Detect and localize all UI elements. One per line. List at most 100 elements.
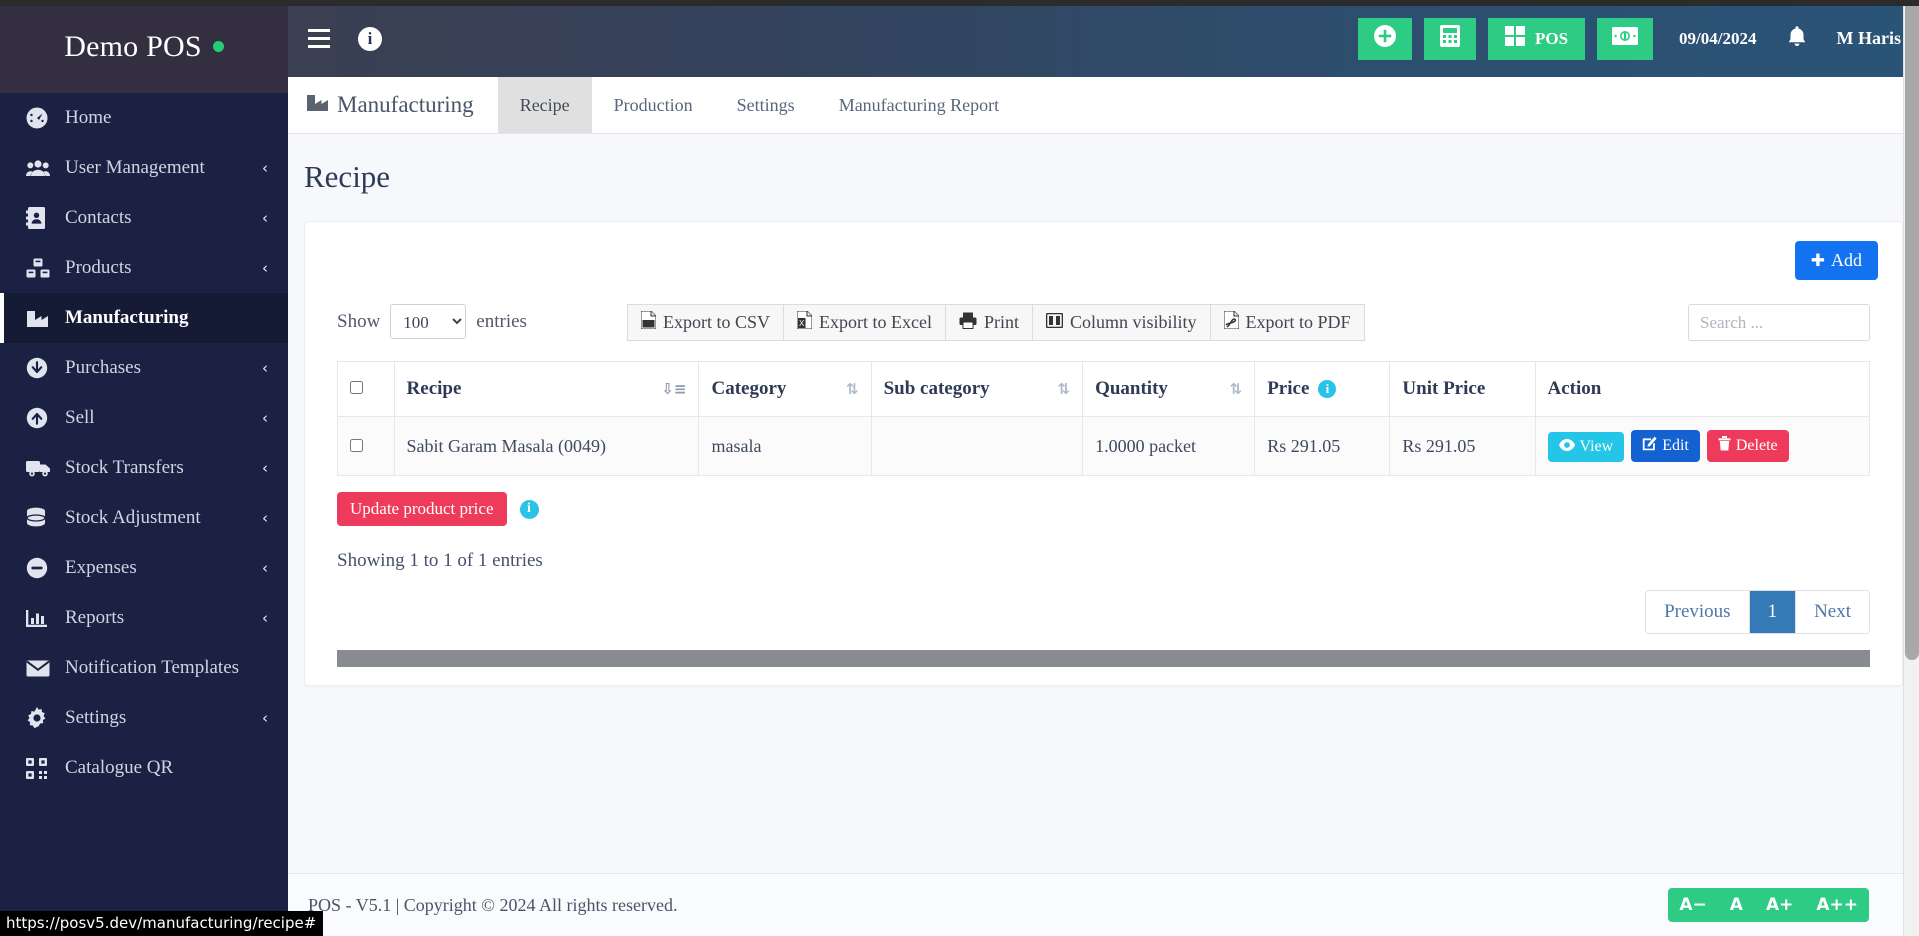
export-to-csv-button[interactable]: Export to CSV (627, 304, 785, 341)
price-info-icon[interactable]: i (1318, 380, 1337, 398)
sidebar-item-label: Reports (65, 607, 125, 628)
delete-button[interactable]: Delete (1706, 430, 1789, 462)
cell-quantity: 1.0000 packet (1082, 416, 1256, 476)
font-size-button-0[interactable]: A− (1668, 888, 1719, 922)
column-header-label: Action (1547, 378, 1602, 399)
column-header-category[interactable]: Category ⇅ (698, 361, 872, 417)
chevron-left-icon: ‹ (262, 708, 268, 727)
tab-production[interactable]: Production (592, 77, 715, 133)
bell-icon[interactable] (1787, 25, 1807, 53)
print-button[interactable]: Print (944, 304, 1033, 341)
column-header-unit-price[interactable]: Unit Price (1389, 361, 1536, 417)
column-header-quantity[interactable]: Quantity ⇅ (1082, 361, 1256, 417)
sidebar-item-home[interactable]: Home (0, 93, 288, 143)
edit-button[interactable]: Edit (1631, 430, 1700, 462)
column-header-action[interactable]: Action (1534, 361, 1870, 417)
pagination-page-1[interactable]: 1 (1749, 591, 1797, 633)
browser-status-url: https://posv5.dev/manufacturing/recipe# (0, 911, 324, 936)
info-icon[interactable]: i (358, 26, 382, 51)
page-length-select[interactable]: 2550100All (390, 304, 467, 339)
cell-category: masala (698, 416, 872, 476)
chevron-left-icon: ‹ (262, 358, 268, 377)
add-button[interactable]: ✚ Add (1794, 241, 1878, 280)
view-button[interactable]: View (1547, 432, 1625, 462)
tab-manufacturing-report[interactable]: Manufacturing Report (817, 77, 1021, 133)
dashboard-icon (26, 107, 58, 129)
action-label: View (1579, 438, 1614, 455)
table-header-row: Recipe ⇩≡ Category ⇅ Sub category ⇅ Quantity ⇅ P… (337, 361, 1870, 417)
tab-recipe[interactable]: Recipe (497, 77, 592, 133)
pos-button[interactable]: POS (1487, 17, 1586, 60)
grid-icon (1504, 26, 1525, 51)
sidebar-item-purchases[interactable]: Purchases ‹ (0, 343, 288, 393)
page-scrollbar-thumb[interactable] (1905, 0, 1919, 660)
font-size-button-2[interactable]: A+ (1754, 888, 1806, 922)
bar-chart-icon (26, 608, 58, 628)
font-size-button-1[interactable]: A (1718, 888, 1755, 922)
sort-both-icon[interactable]: ⇅ (846, 381, 859, 397)
sidebar-item-reports[interactable]: Reports ‹ (0, 593, 288, 643)
brand-logo[interactable]: Demo POS (0, 0, 288, 93)
sort-both-icon[interactable]: ⇅ (1057, 381, 1070, 397)
browser-top-strip (0, 0, 1919, 6)
calculator-button[interactable] (1423, 17, 1476, 60)
pagination-previous[interactable]: Previous (1646, 591, 1750, 633)
export-to-excel-button[interactable]: X Export to Excel (783, 304, 946, 341)
sidebar-item-catalogue-qr[interactable]: Catalogue QR (0, 743, 288, 793)
hamburger-icon[interactable] (308, 24, 338, 54)
sidebar-item-stock-transfers[interactable]: Stock Transfers ‹ (0, 443, 288, 493)
cell-recipe: Sabit Garam Masala (0049) (393, 416, 700, 476)
column-header-price[interactable]: Price i (1254, 361, 1391, 417)
column-header-recipe[interactable]: Recipe ⇩≡ (393, 361, 700, 417)
action-label: Edit (1662, 437, 1689, 454)
tab-label: Production (613, 94, 693, 115)
sidebar-item-notification-templates[interactable]: Notification Templates (0, 643, 288, 693)
sort-desc-icon[interactable]: ⇩≡ (661, 381, 686, 397)
select-all-checkbox[interactable] (350, 381, 363, 394)
column-visibility-button[interactable]: Column visibility (1032, 304, 1211, 341)
table-body: Sabit Garam Masala (0049) masala 1.0000 pa… (337, 416, 1870, 476)
sidebar-nav: Home User Management ‹ Contacts ‹ Products ‹ Ma… (0, 93, 288, 793)
qr-code-icon (26, 757, 58, 779)
page-scrollbar[interactable] (1903, 0, 1919, 936)
sidebar-item-contacts[interactable]: Contacts ‹ (0, 193, 288, 243)
update-product-price-button[interactable]: Update product price (337, 492, 507, 526)
top-header: i POS 09/04/2024 M Haris (288, 0, 1919, 77)
sort-both-icon[interactable]: ⇅ (1230, 381, 1243, 397)
tab-settings[interactable]: Settings (715, 77, 817, 133)
plus-icon: ✚ (1810, 250, 1825, 271)
page-title: Recipe (304, 159, 391, 194)
cell-actions: View Edit Delete (1534, 416, 1870, 476)
sidebar-item-label: Contacts (65, 207, 132, 228)
sidebar-item-user-management[interactable]: User Management ‹ (0, 143, 288, 193)
sidebar-item-stock-adjustment[interactable]: Stock Adjustment ‹ (0, 493, 288, 543)
export-button-label: Export to PDF (1245, 312, 1351, 332)
add-row: ✚ Add (305, 222, 1902, 280)
sidebar-item-settings[interactable]: Settings ‹ (0, 693, 288, 743)
sidebar-item-manufacturing[interactable]: Manufacturing (0, 293, 288, 343)
sidebar-item-expenses[interactable]: Expenses ‹ (0, 543, 288, 593)
update-price-info-icon[interactable]: i (519, 499, 539, 519)
sidebar-item-sell[interactable]: Sell ‹ (0, 393, 288, 443)
user-name[interactable]: M Haris (1837, 28, 1902, 49)
export-to-pdf-button[interactable]: Export to PDF (1209, 304, 1365, 341)
gear-icon (26, 707, 58, 729)
action-label: Delete (1735, 437, 1778, 454)
column-header-label: Category (711, 378, 787, 399)
column-header-label: Quantity (1095, 378, 1168, 399)
font-size-button-3[interactable]: A++ (1805, 888, 1869, 922)
table-horizontal-scrollbar[interactable] (337, 650, 1870, 667)
chevron-left-icon: ‹ (262, 408, 268, 427)
sidebar-item-products[interactable]: Products ‹ (0, 243, 288, 293)
table-controls: Show 2550100All entries Export to CSVXEx… (305, 280, 1902, 341)
quick-add-button[interactable] (1357, 17, 1412, 60)
cash-register-button[interactable] (1597, 17, 1654, 60)
factory-icon (26, 309, 58, 328)
search-input[interactable] (1688, 304, 1870, 341)
sidebar-item-label: Stock Transfers (65, 457, 184, 478)
column-header-sub-category[interactable]: Sub category ⇅ (870, 361, 1084, 417)
cell-price: Rs 291.05 (1254, 416, 1391, 476)
row-checkbox[interactable] (350, 438, 363, 452)
pagination-next[interactable]: Next (1796, 591, 1869, 633)
chevron-left-icon: ‹ (262, 458, 268, 477)
